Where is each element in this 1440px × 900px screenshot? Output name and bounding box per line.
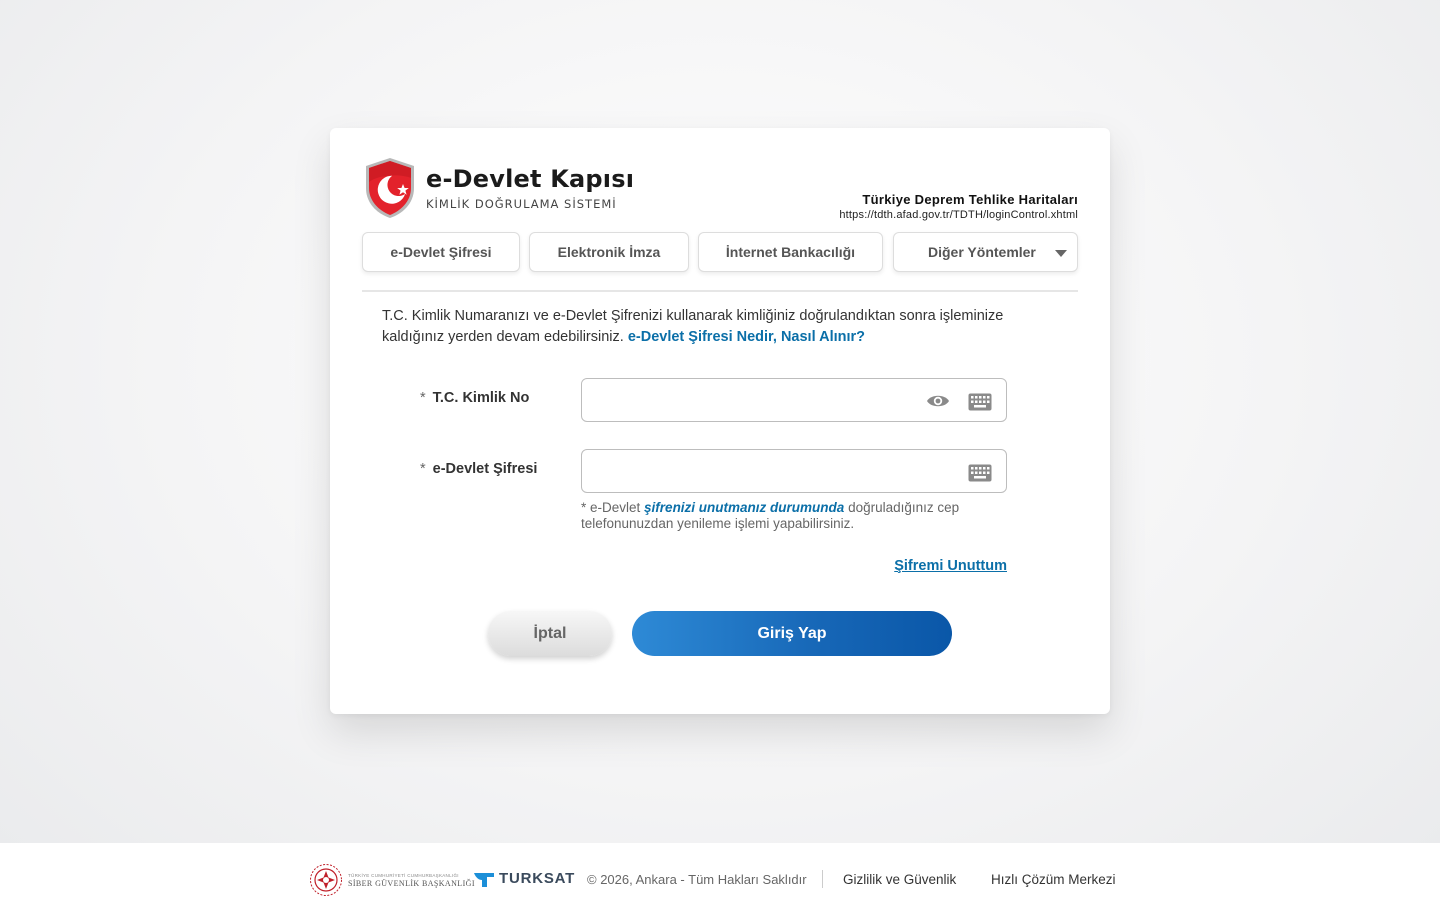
app-url: https://tdth.afad.gov.tr/TDTH/loginContr…: [839, 209, 1078, 221]
forgot-password-link[interactable]: Şifremi Unuttum: [894, 558, 1007, 574]
tc-field: [581, 378, 1007, 422]
password-input[interactable]: [594, 450, 918, 492]
tab-internet-banking[interactable]: İnternet Bankacılığı: [698, 232, 883, 272]
tab-edevlet-password[interactable]: e-Devlet Şifresi: [362, 232, 520, 272]
tc-label-text: T.C. Kimlik No: [432, 390, 530, 406]
forgot-password-info-link[interactable]: şifrenizi unutmanız durumunda: [644, 500, 844, 515]
shield-crescent-star-icon: [366, 158, 414, 218]
turksat-text: TURKSAT: [499, 870, 576, 887]
required-mark: *: [420, 461, 426, 477]
turksat-mark-icon: [474, 872, 494, 887]
hint-prefix: * e-Devlet: [581, 500, 641, 515]
tab-label: e-Devlet Şifresi: [390, 244, 492, 260]
tc-input[interactable]: [594, 379, 918, 421]
copyright: © 2026, Ankara - Tüm Hakları Saklıdır: [587, 872, 807, 887]
login-card: e-Devlet Kapısı KİMLİK DOĞRULAMA SİSTEMİ…: [330, 128, 1110, 714]
password-field: [581, 449, 1007, 493]
edevlet-logo: e-Devlet Kapısı KİMLİK DOĞRULAMA SİSTEMİ: [362, 156, 634, 220]
siber-emblem-icon: [310, 864, 342, 896]
password-label: * e-Devlet Şifresi: [420, 461, 537, 477]
siber-guvenlik-logo: TÜRKİYE CUMHURİYETİ CUMHURBAŞKANLIĞI SİB…: [309, 863, 475, 897]
password-hint: * e-Devlet şifrenizi unutmanız durumunda…: [581, 500, 1001, 532]
keyboard-icon[interactable]: [968, 464, 992, 482]
tab-label: Diğer Yöntemler: [928, 244, 1036, 260]
siber-big-text: SİBER GÜVENLİK BAŞKANLIĞI: [348, 878, 475, 888]
logo-subtitle: KİMLİK DOĞRULAMA SİSTEMİ: [426, 197, 617, 211]
app-info: Türkiye Deprem Tehlike Haritaları https:…: [839, 192, 1078, 221]
eye-icon[interactable]: [926, 393, 950, 409]
keyboard-icon[interactable]: [968, 393, 992, 411]
logo-title: e-Devlet Kapısı: [426, 165, 635, 193]
required-mark: *: [420, 390, 426, 406]
password-label-text: e-Devlet Şifresi: [432, 461, 538, 477]
tab-label: Elektronik İmza: [557, 244, 661, 260]
caret-down-icon: [1055, 250, 1067, 257]
footer-separator: [822, 870, 823, 888]
tab-e-signature[interactable]: Elektronik İmza: [529, 232, 689, 272]
divider: [362, 290, 1078, 292]
footer: TÜRKİYE CUMHURİYETİ CUMHURBAŞKANLIĞI SİB…: [0, 843, 1440, 900]
cancel-button[interactable]: İptal: [488, 611, 612, 656]
tab-other-methods[interactable]: Diğer Yöntemler: [893, 232, 1078, 272]
login-method-tabs: e-Devlet Şifresi Elektronik İmza İnterne…: [362, 232, 1078, 274]
tc-label: * T.C. Kimlik No: [420, 390, 529, 406]
privacy-link[interactable]: Gizlilik ve Güvenlik: [843, 872, 956, 887]
login-button[interactable]: Giriş Yap: [632, 611, 952, 656]
tab-label: İnternet Bankacılığı: [725, 244, 856, 260]
intro-text: T.C. Kimlik Numaranızı ve e-Devlet Şifre…: [382, 306, 1022, 348]
what-is-edevlet-password-link[interactable]: e-Devlet Şifresi Nedir, Nasıl Alınır?: [628, 329, 865, 345]
turksat-logo: TURKSAT: [474, 870, 575, 887]
siber-small-text: TÜRKİYE CUMHURİYETİ CUMHURBAŞKANLIĞI: [348, 872, 459, 878]
help-center-link[interactable]: Hızlı Çözüm Merkezi: [991, 872, 1116, 887]
app-name: Türkiye Deprem Tehlike Haritaları: [862, 192, 1078, 207]
